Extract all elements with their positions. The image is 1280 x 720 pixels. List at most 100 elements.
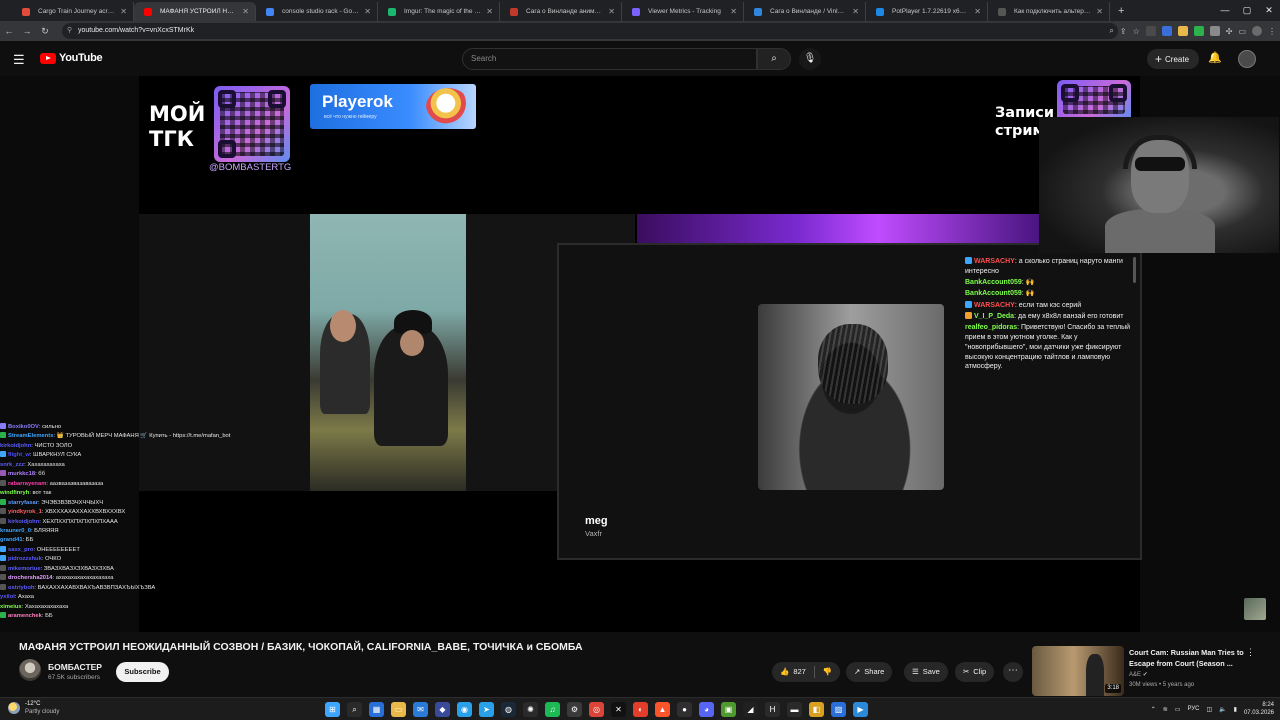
extension-icon[interactable] bbox=[1177, 26, 1188, 36]
search-input[interactable]: Search bbox=[462, 48, 757, 70]
youtube-logo[interactable]: YouTube bbox=[40, 52, 103, 64]
network-icon[interactable]: ◫ bbox=[1207, 706, 1213, 713]
url-field[interactable]: ⚲ youtube.com/watch?v=vnXcxSTMrKk bbox=[62, 23, 1118, 39]
file-explorer-icon[interactable]: ▭ bbox=[391, 702, 406, 717]
extensions-puzzle-icon[interactable]: ✣ bbox=[1226, 27, 1233, 36]
steam-icon[interactable]: ◍ bbox=[501, 702, 516, 717]
browser-tab[interactable]: МАФАНЯ УСТРОИЛ НЕОЖИД ✕ bbox=[134, 2, 256, 21]
brave-icon[interactable]: ▲ bbox=[655, 702, 670, 717]
voice-search-button[interactable]: 🎙 bbox=[799, 48, 821, 70]
close-tab-icon[interactable]: ✕ bbox=[852, 2, 859, 21]
close-tab-icon[interactable]: ✕ bbox=[486, 2, 493, 21]
app-yellow-icon[interactable]: ◧ bbox=[809, 702, 824, 717]
spotify-icon[interactable]: ♫ bbox=[545, 702, 560, 717]
chat-scrollbar[interactable] bbox=[1133, 257, 1136, 283]
minimize-icon[interactable]: — bbox=[1214, 0, 1236, 21]
browser-tab[interactable]: Cargo Train Journey across Arg ✕ bbox=[12, 2, 134, 21]
close-tab-icon[interactable]: ✕ bbox=[730, 2, 737, 21]
telegram-icon[interactable]: ➤ bbox=[479, 702, 494, 717]
clock[interactable]: 8:24 07.03.2026 bbox=[1244, 701, 1274, 717]
dislike-button[interactable]: 👎 bbox=[815, 662, 840, 682]
recommended-menu-icon[interactable]: ⋮ bbox=[1246, 647, 1255, 658]
chrome-icon[interactable]: ◎ bbox=[589, 702, 604, 717]
new-tab-button[interactable]: + bbox=[1110, 2, 1132, 21]
profile-avatar[interactable] bbox=[1252, 26, 1262, 36]
app-dark-icon[interactable]: ◢ bbox=[743, 702, 758, 717]
chat-text: : 👑 ТУРОВЫЙ МЕРЧ МАФАНЯ 🛒 Купить - https… bbox=[53, 433, 231, 440]
capcut-icon[interactable]: ✕ bbox=[611, 702, 626, 717]
search-button[interactable]: ⌕ bbox=[757, 48, 791, 70]
photos-icon[interactable]: ▨ bbox=[831, 702, 846, 717]
forward-icon[interactable]: → bbox=[18, 26, 36, 36]
channel-avatar[interactable] bbox=[19, 659, 41, 681]
tray-chevron-icon[interactable]: ⌃ bbox=[1151, 706, 1156, 713]
maximize-icon[interactable]: ▢ bbox=[1236, 0, 1258, 21]
chat-username: murkkc18 bbox=[8, 471, 36, 478]
discord-icon[interactable]: ◕ bbox=[699, 702, 714, 717]
menu-icon[interactable]: ☰ bbox=[13, 52, 25, 68]
settings-icon[interactable]: ⚙ bbox=[567, 702, 582, 717]
close-tab-icon[interactable]: ✕ bbox=[242, 2, 249, 21]
language-indicator[interactable]: РУС bbox=[1187, 706, 1199, 712]
reload-icon[interactable]: ↻ bbox=[36, 26, 54, 37]
video-player[interactable]: МОЙ ТГК @BOMBASTERTG Playerok всё что ну… bbox=[0, 76, 1280, 632]
save-button[interactable]: ☰ Save bbox=[904, 662, 948, 682]
account-avatar[interactable] bbox=[1238, 50, 1256, 68]
browser-tab[interactable]: console studio rack - Google S ✕ bbox=[256, 2, 378, 21]
browser-tab[interactable]: PotPlayer 1.7.22619 x64 RePack ✕ bbox=[866, 2, 988, 21]
weather-widget[interactable]: -12°C Partly cloudy bbox=[8, 700, 59, 716]
browser-tab[interactable]: Как подключить альтернатив ✕ bbox=[988, 2, 1110, 21]
create-button[interactable]: + Create bbox=[1147, 49, 1200, 69]
back-icon[interactable]: ← bbox=[0, 26, 18, 36]
like-button[interactable]: 👍 827 bbox=[772, 662, 814, 682]
battery-icon[interactable]: ▭ bbox=[1175, 706, 1181, 713]
search-icon[interactable]: ⌕ bbox=[347, 702, 362, 717]
bookmark-star-icon[interactable]: ☆ bbox=[1133, 27, 1140, 36]
subscribe-button[interactable]: Subscribe bbox=[116, 662, 169, 682]
recommended-channel[interactable]: A&E ✔ bbox=[1129, 671, 1148, 678]
extension-icon[interactable] bbox=[1145, 26, 1156, 36]
browser-menu-icon[interactable]: ⋮ bbox=[1268, 27, 1276, 36]
close-tab-icon[interactable]: ✕ bbox=[120, 2, 127, 21]
close-tab-icon[interactable]: ✕ bbox=[974, 2, 981, 21]
clip-button[interactable]: ✂ Clip bbox=[955, 662, 995, 682]
close-tab-icon[interactable]: ✕ bbox=[364, 2, 371, 21]
browser-tab[interactable]: Сага о Винланде / Vinland Sag ✕ bbox=[744, 2, 866, 21]
minecraft-icon[interactable]: ▣ bbox=[721, 702, 736, 717]
obs-icon[interactable]: ● bbox=[677, 702, 692, 717]
media-player-icon[interactable]: ▶ bbox=[853, 702, 868, 717]
recommended-video-title[interactable]: Court Cam: Russian Man Tries to Escape f… bbox=[1129, 648, 1245, 669]
close-tab-icon[interactable]: ✕ bbox=[608, 2, 615, 21]
close-window-icon[interactable]: ✕ bbox=[1258, 0, 1280, 21]
browser-tab[interactable]: Imgur: The magic of the Intern ✕ bbox=[378, 2, 500, 21]
zoom-icon[interactable]: ⌕ bbox=[1109, 26, 1113, 36]
site-info-icon[interactable]: ⚲ bbox=[67, 23, 72, 39]
volume-icon[interactable]: 🔈 bbox=[1219, 706, 1226, 713]
yandex-browser-icon[interactable]: ◐ bbox=[633, 702, 648, 717]
notifications-bell-icon[interactable]: 🔔 bbox=[1208, 51, 1222, 64]
widgets-icon[interactable]: ▦ bbox=[369, 702, 384, 717]
extension-icon[interactable] bbox=[1209, 26, 1220, 36]
recommended-video-thumbnail[interactable]: 3:18 bbox=[1032, 646, 1124, 696]
browser-alt-icon[interactable]: ◉ bbox=[457, 702, 472, 717]
close-tab-icon[interactable]: ✕ bbox=[1096, 2, 1103, 21]
chat-badge-icon bbox=[965, 300, 972, 308]
channel-name[interactable]: БОМБАСТЕР bbox=[48, 662, 102, 672]
chatgpt-icon[interactable]: ✺ bbox=[523, 702, 538, 717]
windows-start-icon[interactable]: ⊞ bbox=[325, 702, 340, 717]
battery-level-icon[interactable]: ▮ bbox=[1234, 706, 1237, 713]
share-button[interactable]: ↗ Share bbox=[846, 662, 893, 682]
mail-icon[interactable]: ✉ bbox=[413, 702, 428, 717]
vpn-icon[interactable]: ◆ bbox=[435, 702, 450, 717]
hype-icon[interactable]: H bbox=[765, 702, 780, 717]
terminal-icon[interactable]: ▬ bbox=[787, 702, 802, 717]
extension-icon[interactable] bbox=[1161, 26, 1172, 36]
wifi-icon[interactable]: ≋ bbox=[1163, 706, 1168, 713]
chat-message: BankAccount059: 🙌 bbox=[965, 278, 1137, 288]
browser-tab[interactable]: Viewer Metrics - Tracking ✕ bbox=[622, 2, 744, 21]
more-actions-button[interactable]: ⋯ bbox=[1003, 662, 1023, 682]
extension-icon[interactable] bbox=[1193, 26, 1204, 36]
share-page-icon[interactable]: ⇪ bbox=[1120, 27, 1127, 36]
split-view-icon[interactable]: ▭ bbox=[1238, 27, 1246, 36]
browser-tab[interactable]: Сага о Винланде аниме 2019 ✕ bbox=[500, 2, 622, 21]
